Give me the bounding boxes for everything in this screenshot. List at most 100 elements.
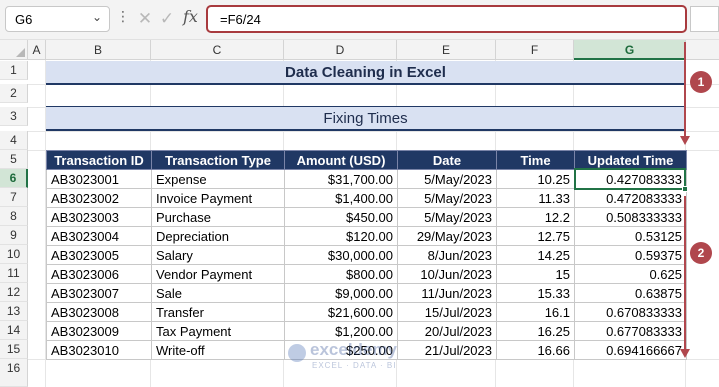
cell-time[interactable]: 10.25 [496,169,575,189]
row-header-5[interactable]: 5 [0,150,28,169]
cell-transaction-id[interactable]: AB3023001 [46,169,152,189]
row-header-15[interactable]: 15 [0,340,28,359]
cell-date[interactable]: 29/May/2023 [397,226,497,246]
cell-time[interactable]: 14.25 [496,245,575,265]
sheet-subtitle[interactable]: Fixing Times [46,107,685,131]
row-header-9[interactable]: 9 [0,226,28,245]
name-box[interactable]: G6 ⌄ [5,6,110,32]
cell-time[interactable]: 16.66 [496,340,575,360]
annotation-arrowhead-1 [680,136,690,145]
cell-date[interactable]: 5/May/2023 [397,169,497,189]
column-header-b[interactable]: B [46,40,151,60]
more-options-icon[interactable]: ⋮ [116,9,130,23]
cell-time[interactable]: 11.33 [496,188,575,208]
cell-transaction-id[interactable]: AB3023002 [46,188,152,208]
cell-transaction-type[interactable]: Expense [151,169,285,189]
header-amount[interactable]: Amount (USD) [284,150,398,170]
cell-updated-time[interactable]: 0.670833333 [574,302,687,322]
cell-time[interactable]: 15.33 [496,283,575,303]
cell-transaction-id[interactable]: AB3023007 [46,283,152,303]
column-header-c[interactable]: C [151,40,284,60]
cell-updated-time[interactable]: 0.508333333 [574,207,687,227]
cell-transaction-type[interactable]: Invoice Payment [151,188,285,208]
cell-transaction-type[interactable]: Tax Payment [151,321,285,341]
formula-input[interactable]: =F6/24 [206,5,687,33]
cell-transaction-type[interactable]: Salary [151,245,285,265]
row-header-13[interactable]: 13 [0,302,28,321]
row-header-2[interactable]: 2 [0,84,28,103]
cell-updated-time[interactable]: 0.63875 [574,283,687,303]
insert-function-icon[interactable]: fx [183,7,198,26]
cell-transaction-id[interactable]: AB3023003 [46,207,152,227]
column-header-d[interactable]: D [284,40,397,60]
cell-transaction-id[interactable]: AB3023009 [46,321,152,341]
expand-formula-bar-button[interactable] [690,6,719,32]
cell-updated-time[interactable]: 0.53125 [574,226,687,246]
cell-updated-time[interactable]: 0.625 [574,264,687,284]
active-cell-border[interactable] [574,168,686,190]
cell-time[interactable]: 12.75 [496,226,575,246]
cancel-icon[interactable]: ✕ [134,6,156,32]
cell-date[interactable]: 5/May/2023 [397,207,497,227]
cell-transaction-type[interactable]: Write-off [151,340,285,360]
cell-transaction-id[interactable]: AB3023005 [46,245,152,265]
cell-transaction-id[interactable]: AB3023004 [46,226,152,246]
sheet-title[interactable]: Data Cleaning in Excel [46,61,685,85]
cell-amount[interactable]: $120.00 [284,226,398,246]
cell-amount[interactable]: $1,200.00 [284,321,398,341]
header-updated-time[interactable]: Updated Time [574,150,687,170]
row-header-4[interactable]: 4 [0,131,28,150]
cell-time[interactable]: 16.1 [496,302,575,322]
row-header-8[interactable]: 8 [0,207,28,226]
cell-date[interactable]: 15/Jul/2023 [397,302,497,322]
row-header-10[interactable]: 10 [0,245,28,264]
cell-transaction-id[interactable]: AB3023008 [46,302,152,322]
cell-transaction-id[interactable]: AB3023006 [46,264,152,284]
cell-time[interactable]: 15 [496,264,575,284]
row-header-11[interactable]: 11 [0,264,28,283]
cell-updated-time[interactable]: 0.677083333 [574,321,687,341]
row-header-12[interactable]: 12 [0,283,28,302]
fill-handle[interactable] [682,186,688,192]
cell-amount[interactable]: $31,700.00 [284,169,398,189]
row-header-3[interactable]: 3 [0,107,28,126]
cell-date[interactable]: 8/Jun/2023 [397,245,497,265]
cell-amount[interactable]: $450.00 [284,207,398,227]
cell-transaction-type[interactable]: Depreciation [151,226,285,246]
header-transaction-type[interactable]: Transaction Type [151,150,285,170]
cell-amount[interactable]: $30,000.00 [284,245,398,265]
row-header-7[interactable]: 7 [0,188,28,207]
cell-transaction-type[interactable]: Vendor Payment [151,264,285,284]
cell-time[interactable]: 12.2 [496,207,575,227]
chevron-down-icon[interactable]: ⌄ [92,10,102,24]
row-header-1[interactable]: 1 [0,61,28,80]
column-header-a[interactable]: A [28,40,46,60]
cell-transaction-type[interactable]: Sale [151,283,285,303]
enter-icon[interactable]: ✓ [156,6,178,32]
cell-date[interactable]: 20/Jul/2023 [397,321,497,341]
cell-time[interactable]: 16.25 [496,321,575,341]
cell-amount[interactable]: $21,600.00 [284,302,398,322]
header-date[interactable]: Date [397,150,497,170]
cell-amount[interactable]: $800.00 [284,264,398,284]
select-all-button[interactable] [0,40,28,60]
cell-amount[interactable]: $9,000.00 [284,283,398,303]
cell-updated-time[interactable]: 0.472083333 [574,188,687,208]
row-header-6[interactable]: 6 [0,169,28,188]
cell-date[interactable]: 11/Jun/2023 [397,283,497,303]
row-header-14[interactable]: 14 [0,321,28,340]
column-header-f[interactable]: F [496,40,574,60]
cell-transaction-type[interactable]: Purchase [151,207,285,227]
cell-amount[interactable]: $1,400.00 [284,188,398,208]
header-transaction-id[interactable]: Transaction ID [46,150,152,170]
cell-updated-time[interactable]: 0.694166667 [574,340,687,360]
header-time[interactable]: Time [496,150,575,170]
column-header-g[interactable]: G [574,40,686,60]
cell-updated-time[interactable]: 0.59375 [574,245,687,265]
cell-date[interactable]: 10/Jun/2023 [397,264,497,284]
row-header-16[interactable]: 16 [0,359,28,387]
column-header-e[interactable]: E [397,40,496,60]
cell-transaction-id[interactable]: AB3023010 [46,340,152,360]
cell-transaction-type[interactable]: Transfer [151,302,285,322]
cell-date[interactable]: 5/May/2023 [397,188,497,208]
